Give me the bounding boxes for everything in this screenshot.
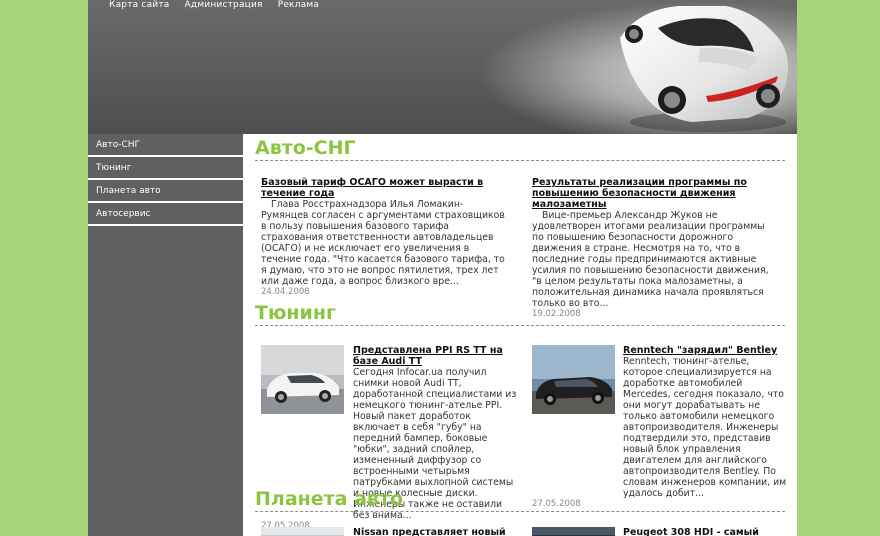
section-title: Авто-СНГ [255,137,356,159]
news-title-link[interactable]: Renntech "зарядил" Bentley [623,345,789,356]
news-excerpt: Глава Росстрахнадзора Илья Ломакин-Румян… [261,199,505,287]
news-title-link[interactable]: Представлена PPI RS TT на базе Audi TT [353,345,519,367]
section-title: Тюнинг [255,302,336,324]
top-nav: Карта сайта Администрация Реклама [109,0,334,12]
news-item: Renntech "зарядил" Bentley [623,345,789,356]
page: Карта сайта Администрация Реклама Авто-С… [88,0,797,536]
sidebar-item-tuning[interactable]: Тюнинг [88,158,243,180]
sidebar: Авто-СНГ Тюнинг Планета авто Автосервис [88,134,243,536]
news-excerpt: Renntech, тюнинг-ателье, которое специал… [623,356,787,499]
news-item: Представлена PPI RS TT на базе Audi TT [353,345,519,367]
top-nav-sitemap[interactable]: Карта сайта [109,0,170,12]
top-nav-advertising[interactable]: Реклама [278,0,319,12]
divider [255,160,785,161]
news-item: Nissan представляет новый [353,527,519,536]
nissan-photo [261,527,344,536]
news-excerpt: Вице-премьер Александр Жуков не удовлетв… [532,210,769,309]
news-title-link[interactable]: Nissan представляет новый [353,527,519,536]
sidebar-item-auto-sng[interactable]: Авто-СНГ [88,135,243,157]
section-auto-sng: Авто-СНГ Базовый тариф ОСАГО может вырас… [243,134,797,319]
news-item: Peugeot 308 HDI - самый [623,527,789,536]
peugeot-photo [532,527,615,536]
news-thumbnail[interactable] [532,527,615,536]
news-title-link[interactable]: Базовый тариф ОСАГО может вырасти в тече… [261,177,507,199]
news-date: 24.04.2008 [261,287,310,297]
news-item: Базовый тариф ОСАГО может вырасти в тече… [261,177,507,297]
header-sports-car-image [620,6,788,132]
news-item: Результаты реализации программы по повыш… [532,177,778,319]
section-tuning: Тюнинг Представлена PPI RS TT на базе Au… [243,299,797,531]
news-thumbnail[interactable] [261,527,344,536]
main-content: Авто-СНГ Базовый тариф ОСАГО может вырас… [243,134,797,536]
divider [255,325,785,326]
top-nav-administration[interactable]: Администрация [185,0,263,12]
section-planet-auto: Планета авто Nissan представляет новый P… [243,485,797,536]
sidebar-item-autoservice[interactable]: Автосервис [88,204,243,226]
header: Карта сайта Администрация Реклама [88,0,797,134]
sidebar-item-planet-auto[interactable]: Планета авто [88,181,243,203]
section-title: Планета авто [255,488,404,510]
divider [255,511,785,512]
news-title-link[interactable]: Peugeot 308 HDI - самый [623,527,789,536]
news-title-link[interactable]: Результаты реализации программы по повыш… [532,177,778,210]
